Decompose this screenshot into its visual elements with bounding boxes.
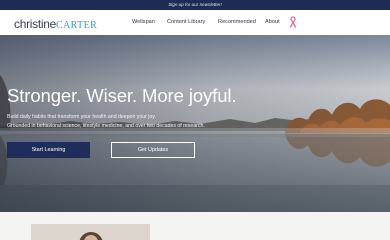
logo-first-name: christine	[14, 17, 56, 31]
promo-bar: Sign up for our newsletter!	[0, 0, 390, 10]
top-nav: christineCARTER Wellspan Content Library…	[0, 10, 390, 35]
newsletter-link[interactable]: Sign up for our newsletter!	[0, 0, 390, 10]
site-logo[interactable]: christineCARTER	[14, 15, 98, 31]
pink-ribbon-icon[interactable]	[289, 16, 297, 28]
start-learning-button[interactable]: Start Learning	[7, 142, 90, 158]
logo-last-name: CARTER	[55, 20, 98, 31]
hero-subline-1: Build daily habits that transform your h…	[7, 114, 156, 120]
nav-recommended[interactable]: Recommended	[218, 10, 256, 35]
nav-wellspan[interactable]: Wellspan	[132, 10, 155, 35]
profile-photo-card	[31, 224, 150, 240]
nav-about[interactable]: About	[265, 10, 280, 35]
hero-headline: Stronger. Wiser. More joyful.	[7, 85, 237, 106]
nav-content-library[interactable]: Content Library	[167, 10, 205, 35]
hero-subline-2: Grounded in behavioral science, lifestyl…	[7, 123, 205, 129]
hero-section: Stronger. Wiser. More joyful. Build dail…	[0, 35, 390, 212]
get-updates-button[interactable]: Get Updates	[111, 142, 195, 158]
